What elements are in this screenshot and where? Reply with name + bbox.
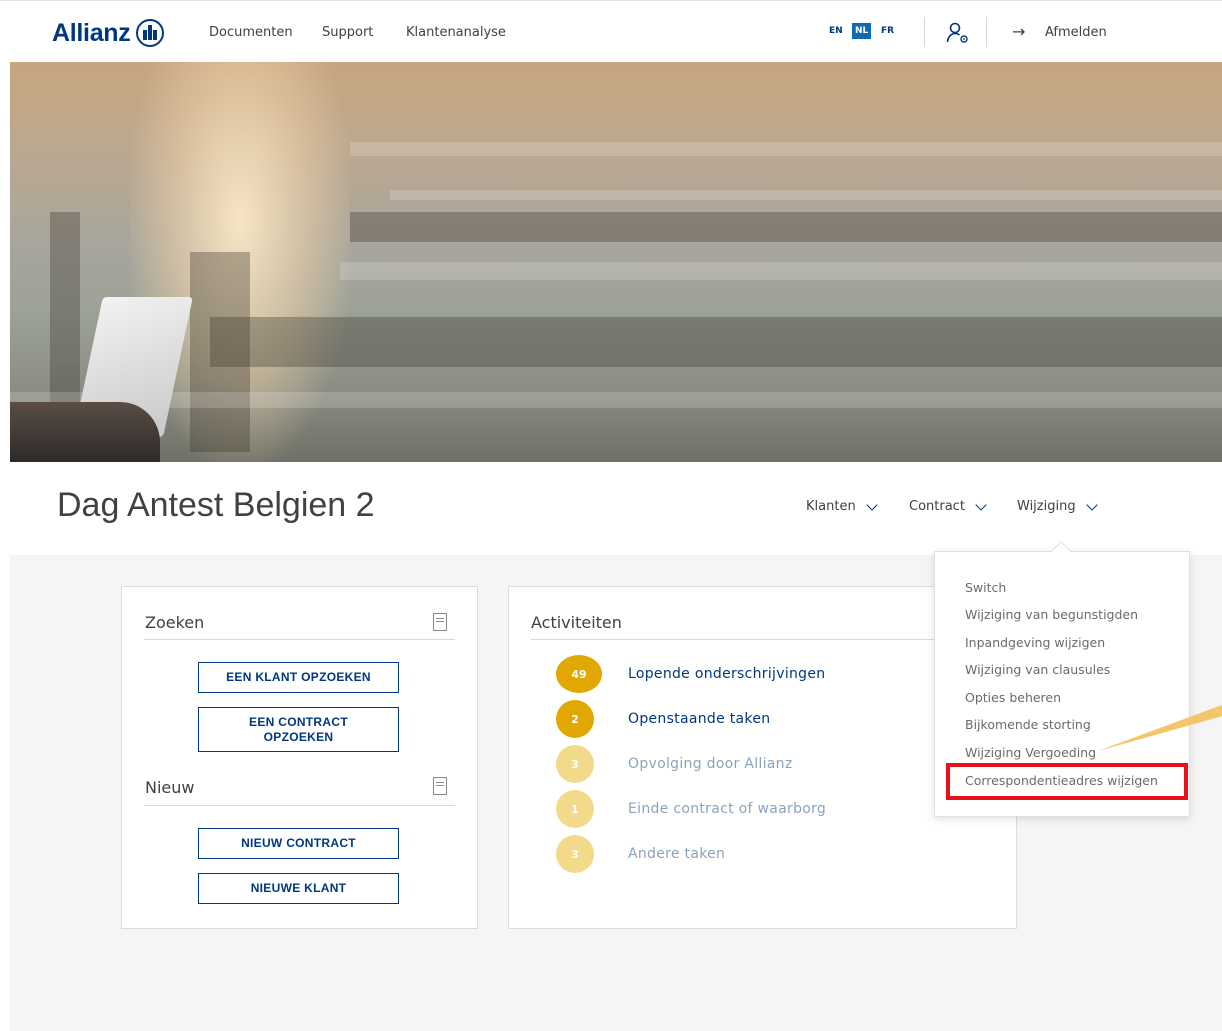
activity-followup-allianz[interactable]: 3 Opvolging door Allianz [556,745,793,783]
divider [924,17,925,47]
brand-name: Allianz [52,18,131,47]
page-title: Dag Antest Belgien 2 [57,486,375,524]
logout-arrow-icon[interactable]: → [1012,22,1025,41]
activity-contract-end[interactable]: 1 Einde contract of waarborg [556,790,826,828]
language-fr[interactable]: FR [881,26,894,36]
divider [986,17,987,47]
activity-label: Einde contract of waarborg [628,801,827,817]
nav-support[interactable]: Support [322,25,373,40]
menu-item-extra-deposit[interactable]: Bijkomende storting [965,717,1091,732]
new-contract-button[interactable]: NIEUW CONTRACT [198,828,399,859]
language-en[interactable]: EN [829,26,843,36]
activities-card-title: Activiteiten [531,613,622,632]
allianz-eagle-icon [136,19,165,47]
menu-item-beneficiaries[interactable]: Wijziging van begunstigden [965,607,1138,622]
menu-contract-label: Contract [909,499,965,514]
nav-klantenanalyse[interactable]: Klantenanalyse [406,25,506,40]
allianz-logo[interactable]: Allianz [52,18,165,48]
hero-beam [340,262,1222,280]
divider [531,639,995,640]
menu-item-pledge[interactable]: Inpandgeving wijzigen [965,635,1105,650]
activity-other-tasks[interactable]: 3 Andere taken [556,835,725,873]
activity-label: Openstaande taken [628,711,771,727]
count-badge: 3 [556,745,594,783]
search-card-title: Zoeken [145,613,205,632]
hero-column [190,252,250,452]
chevron-down-icon [1085,498,1098,511]
hero-person [10,402,160,462]
activity-label: Andere taken [628,846,726,862]
find-contract-button[interactable]: EEN CONTRACT OPZOEKEN [198,707,399,752]
hero-beam [10,392,1222,408]
hero-column [50,212,80,422]
hero-shadow [350,212,1222,242]
menu-klanten-label: Klanten [806,499,856,514]
chevron-down-icon [975,498,987,511]
activity-open-tasks[interactable]: 2 Openstaande taken [556,700,770,738]
menu-item-options[interactable]: Opties beheren [965,690,1061,705]
nav-documenten[interactable]: Documenten [209,25,293,40]
user-settings-icon[interactable] [946,21,970,45]
menu-wijziging-label: Wijziging [1017,499,1076,514]
divider [144,639,455,640]
hero-beam [350,142,1222,156]
count-badge: 3 [556,835,594,873]
find-client-button[interactable]: EEN KLANT OPZOEKEN [198,662,399,693]
top-navigation-bar: Allianz Documenten Support Klantenanalys… [0,0,1222,62]
chevron-down-icon [866,498,878,511]
logout-link[interactable]: Afmelden [1045,25,1107,40]
highlight-box [946,763,1188,800]
hero-beam [390,190,1222,200]
menu-contract[interactable]: Contract [909,498,987,514]
hero-shadow [210,317,1222,367]
language-nl[interactable]: NL [852,23,872,39]
menu-klanten[interactable]: Klanten [806,498,878,514]
menu-wijziging[interactable]: Wijziging [1017,498,1098,514]
menu-item-clauses[interactable]: Wijziging van clausules [965,662,1110,677]
hero-banner-image [10,62,1222,462]
count-badge: 49 [556,655,602,693]
menu-item-switch[interactable]: Switch [965,580,1006,595]
activity-running-subscriptions[interactable]: 49 Lopende onderschrijvingen [556,655,825,693]
new-section-title: Nieuw [145,778,195,797]
count-badge: 2 [556,700,594,738]
document-icon [433,777,447,795]
activity-label: Lopende onderschrijvingen [628,666,826,682]
activity-label: Opvolging door Allianz [628,756,793,772]
count-badge: 1 [556,790,594,828]
divider [144,805,455,806]
search-document-icon [433,613,447,631]
new-client-button[interactable]: NIEUWE KLANT [198,873,399,904]
search-card: Zoeken EEN KLANT OPZOEKEN EEN CONTRACT O… [121,586,478,929]
menu-item-fee[interactable]: Wijziging Vergoeding [965,745,1096,760]
